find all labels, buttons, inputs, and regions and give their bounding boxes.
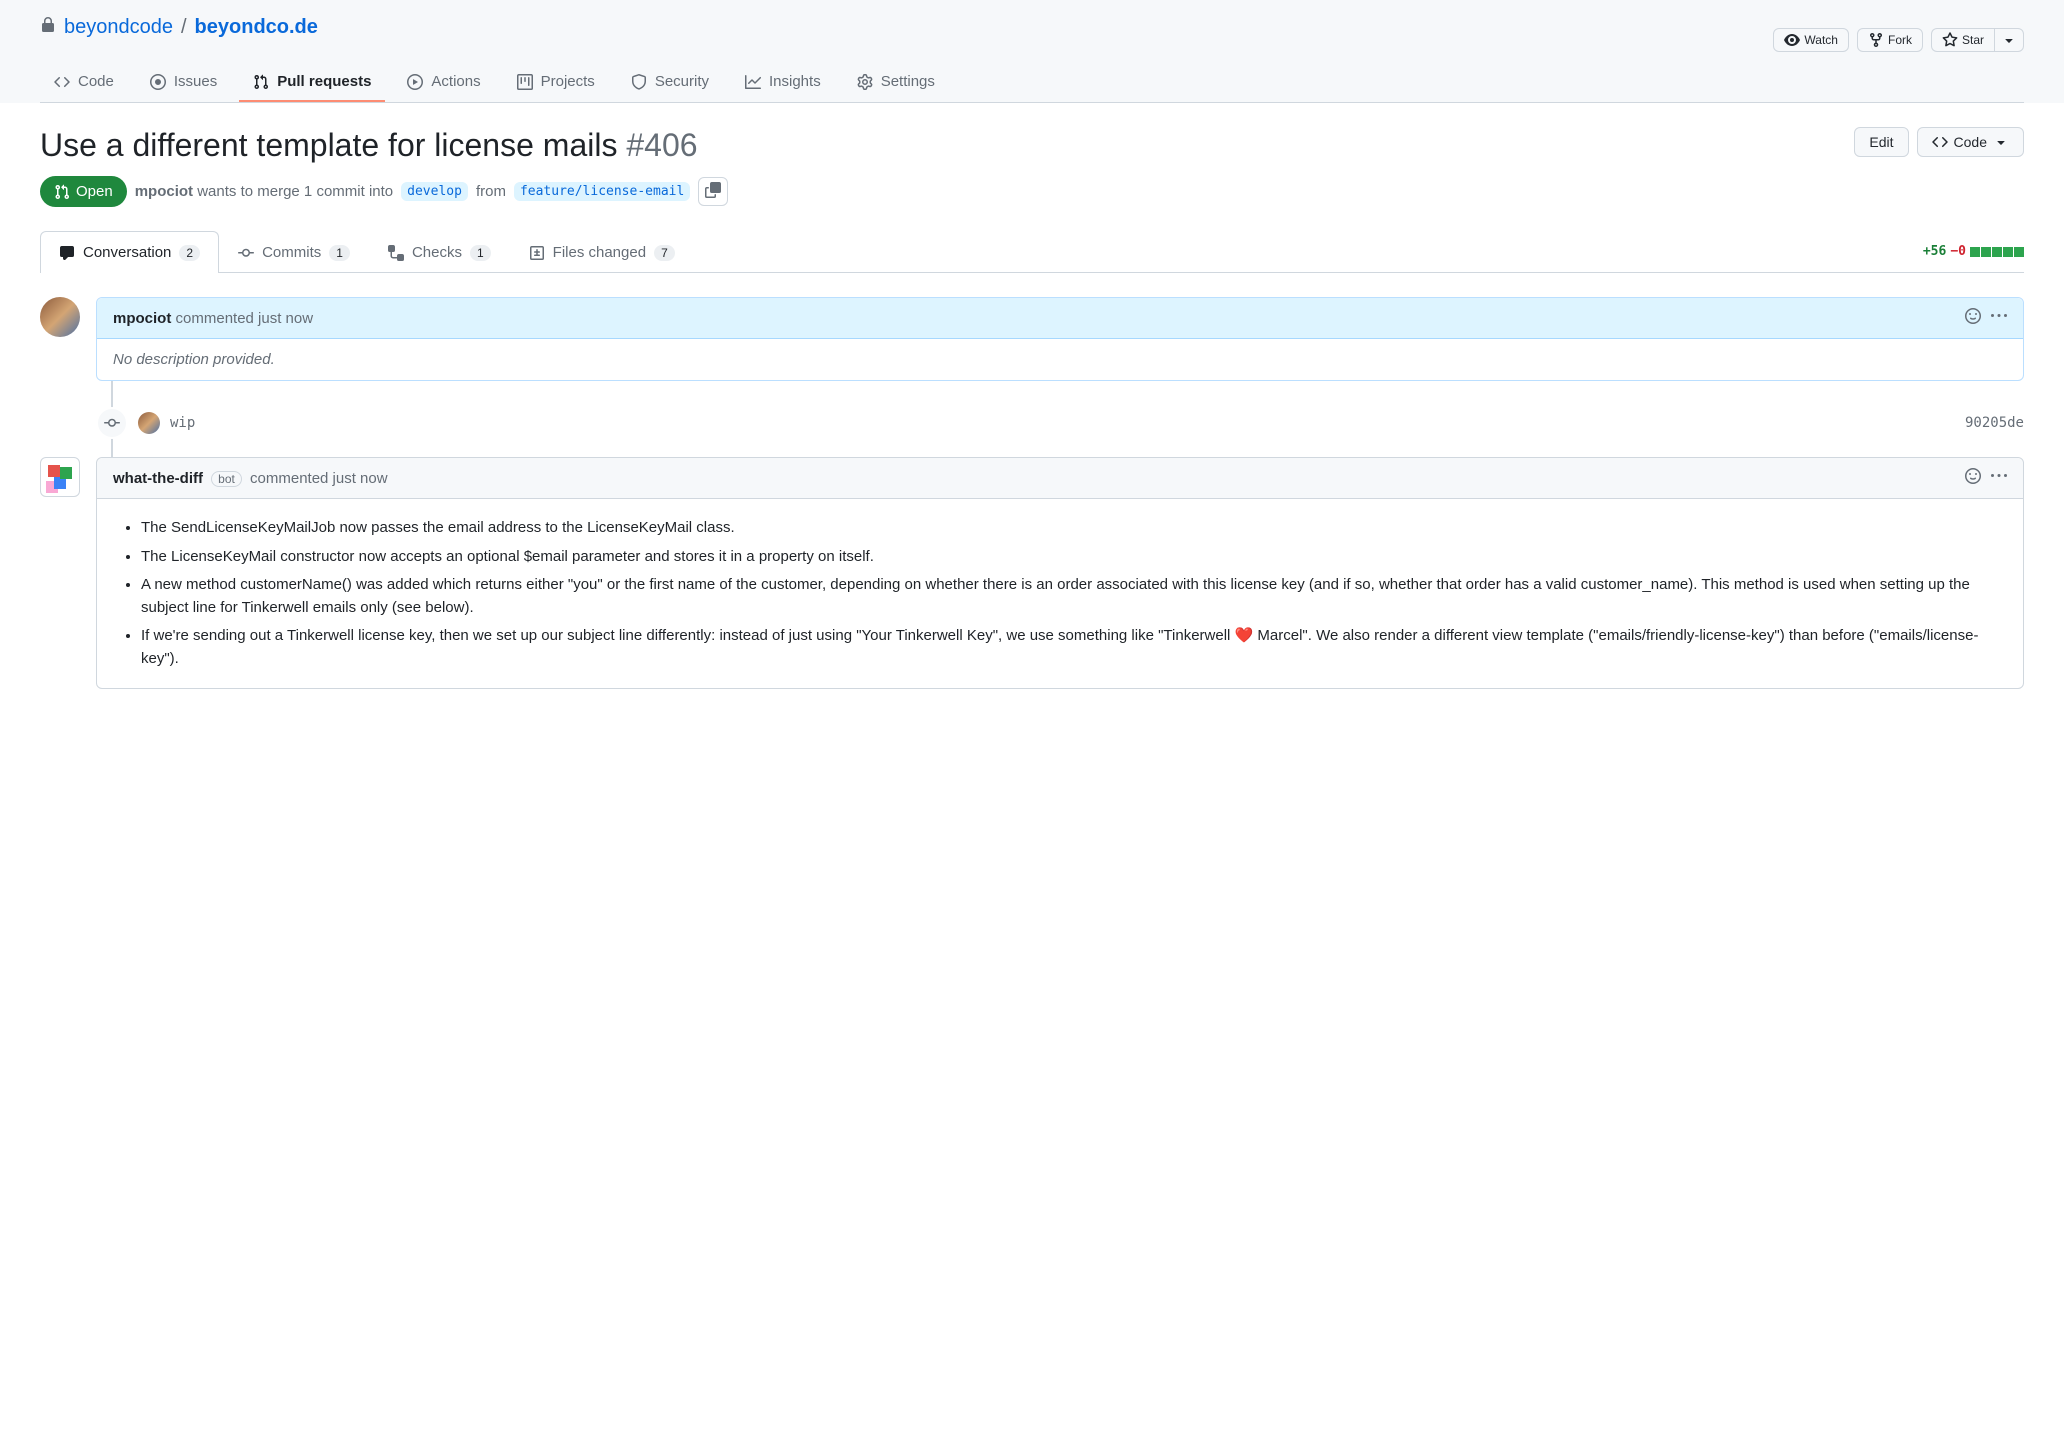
commit-message[interactable]: wip — [170, 415, 195, 431]
pr-tabs: Conversation2Commits1Checks1Files change… — [40, 231, 694, 272]
add-reaction-button[interactable] — [1965, 308, 1981, 328]
pr-number: #406 — [626, 127, 697, 163]
diffstat: +56 −0 — [1923, 244, 2024, 259]
comment-box: what-the-diff bot commented just now The… — [96, 457, 2024, 689]
smile-icon — [1965, 468, 1981, 484]
commit-icon — [104, 415, 120, 431]
graph-icon — [745, 74, 761, 90]
star-button[interactable]: Star — [1931, 28, 1994, 52]
owner-link[interactable]: beyondcode — [64, 16, 173, 39]
diff-icon — [529, 245, 545, 261]
nav-insights[interactable]: Insights — [731, 63, 835, 102]
head-branch[interactable]: feature/license-email — [514, 182, 690, 201]
tab-conversation[interactable]: Conversation2 — [40, 231, 219, 273]
star-dropdown[interactable] — [1994, 28, 2024, 52]
nav-pull-requests[interactable]: Pull requests — [239, 63, 385, 102]
gear-icon — [857, 74, 873, 90]
pr-icon — [253, 74, 269, 90]
repo-nav: CodeIssuesPull requestsActionsProjectsSe… — [40, 63, 2024, 103]
copy-icon — [705, 182, 721, 198]
nav-security[interactable]: Security — [617, 63, 723, 102]
commit-icon — [238, 245, 254, 261]
nav-settings[interactable]: Settings — [843, 63, 949, 102]
lock-icon — [40, 16, 56, 39]
issue-icon — [150, 74, 166, 90]
comment-icon — [59, 245, 75, 261]
pr-author[interactable]: mpociot — [135, 183, 193, 200]
bot-logo-icon — [48, 465, 72, 489]
list-item: A new method customerName() was added wh… — [141, 574, 2007, 619]
kebab-icon — [1991, 468, 2007, 484]
breadcrumb: beyondcode / beyondco.de — [40, 16, 318, 39]
tab-files-changed[interactable]: Files changed7 — [510, 231, 694, 273]
shield-icon — [631, 74, 647, 90]
pr-icon — [54, 184, 70, 200]
comment-body: No description provided. — [113, 351, 275, 368]
star-icon — [1942, 32, 1958, 48]
copy-branch-button[interactable] — [698, 177, 728, 206]
play-icon — [407, 74, 423, 90]
nav-projects[interactable]: Projects — [503, 63, 609, 102]
project-icon — [517, 74, 533, 90]
watch-button[interactable]: Watch — [1773, 28, 1849, 52]
nav-actions[interactable]: Actions — [393, 63, 494, 102]
comment-box: mpociot commented just now No descriptio… — [96, 297, 2024, 381]
base-branch[interactable]: develop — [401, 182, 468, 201]
avatar[interactable] — [40, 457, 80, 497]
comment-menu-button[interactable] — [1991, 468, 2007, 488]
code-dropdown-button[interactable]: Code — [1917, 127, 2024, 157]
list-item: The LicenseKeyMail constructor now accep… — [141, 546, 2007, 569]
caret-down-icon — [2001, 32, 2017, 48]
fork-button[interactable]: Fork — [1857, 28, 1923, 52]
caret-down-icon — [1993, 134, 2009, 150]
comment-body: The SendLicenseKeyMailJob now passes the… — [113, 517, 2007, 670]
repo-link[interactable]: beyondco.de — [195, 16, 318, 39]
nav-issues[interactable]: Issues — [136, 63, 231, 102]
avatar[interactable] — [138, 412, 160, 434]
add-reaction-button[interactable] — [1965, 468, 1981, 488]
edit-button[interactable]: Edit — [1854, 127, 1908, 157]
comment-author[interactable]: what-the-diff — [113, 470, 203, 487]
eye-icon — [1784, 32, 1800, 48]
tab-commits[interactable]: Commits1 — [219, 231, 369, 273]
comment-menu-button[interactable] — [1991, 308, 2007, 328]
nav-code[interactable]: Code — [40, 63, 128, 102]
code-icon — [1932, 134, 1948, 150]
tab-checks[interactable]: Checks1 — [369, 231, 510, 273]
code-icon — [54, 74, 70, 90]
pr-state-badge: Open — [40, 176, 127, 207]
timeline-commit: wip 90205de — [96, 397, 2024, 457]
kebab-icon — [1991, 308, 2007, 324]
commit-sha[interactable]: 90205de — [1965, 415, 2024, 431]
avatar[interactable] — [40, 297, 80, 337]
list-item: If we're sending out a Tinkerwell licens… — [141, 625, 2007, 670]
fork-icon — [1868, 32, 1884, 48]
bot-badge: bot — [211, 471, 242, 487]
comment-author[interactable]: mpociot — [113, 310, 171, 327]
check-icon — [388, 245, 404, 261]
pr-title: Use a different template for license mai… — [40, 127, 698, 164]
list-item: The SendLicenseKeyMailJob now passes the… — [141, 517, 2007, 540]
smile-icon — [1965, 308, 1981, 324]
